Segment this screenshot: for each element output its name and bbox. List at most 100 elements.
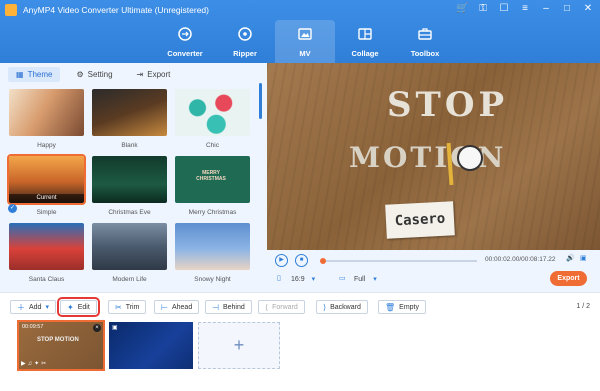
key-icon[interactable]: ⚿ bbox=[477, 3, 489, 15]
trim-button[interactable]: ✂ Trim bbox=[108, 300, 147, 314]
clip-item[interactable]: ▣ bbox=[109, 322, 193, 369]
theme-name: Merry Christmas bbox=[188, 209, 237, 216]
theme-name: Happy bbox=[37, 142, 56, 149]
tab-toolbox[interactable]: Toolbox bbox=[395, 20, 455, 63]
minimize-icon[interactable]: – bbox=[540, 3, 552, 15]
app-logo-icon bbox=[5, 4, 17, 16]
forward-label: Forward bbox=[272, 303, 298, 311]
subtabs: ▦ Theme ⚙ Setting ⇥ Export bbox=[8, 67, 178, 82]
ahead-label: Ahead bbox=[171, 303, 193, 311]
behind-icon: ⊣ bbox=[212, 302, 219, 312]
tab-collage[interactable]: Collage bbox=[335, 20, 395, 63]
current-badge: Current bbox=[9, 194, 84, 203]
progress-knob[interactable] bbox=[320, 258, 326, 264]
display-size-select[interactable]: Full ▾ bbox=[354, 275, 377, 283]
theme-scrollbar[interactable] bbox=[259, 83, 262, 119]
close-icon[interactable]: × bbox=[93, 324, 101, 332]
theme-snowy-night[interactable]: Snowy Night bbox=[175, 223, 250, 290]
tab-mv[interactable]: MV bbox=[275, 20, 335, 63]
theme-chic[interactable]: Chic bbox=[175, 89, 250, 156]
theme-name: Blank bbox=[121, 142, 138, 149]
clip-item[interactable]: 00:09:57 × STOP MOTION ▶♫✦✂ bbox=[17, 320, 105, 371]
ripper-icon bbox=[238, 27, 252, 41]
theme-modern-life[interactable]: Modern Life bbox=[92, 223, 167, 290]
clip-strip: 00:09:57 × STOP MOTION ▶♫✦✂ ▣ + bbox=[0, 318, 600, 391]
collage-icon bbox=[358, 28, 372, 40]
maximize-icon[interactable]: □ bbox=[561, 3, 573, 15]
subtab-export-label: Export bbox=[147, 70, 171, 79]
stop-button[interactable]: ■ bbox=[295, 254, 308, 267]
play-icon[interactable]: ▶ bbox=[21, 361, 28, 367]
theme-happy[interactable]: Happy bbox=[9, 89, 84, 156]
snapshot-icon[interactable]: ▣ bbox=[580, 254, 587, 262]
theme-thumbnail bbox=[175, 223, 250, 270]
toolbox-icon bbox=[418, 28, 432, 40]
scissors-icon: ✂ bbox=[115, 302, 122, 312]
theme-name: Simple bbox=[36, 209, 57, 216]
scissors-icon[interactable]: ✂ bbox=[41, 361, 48, 367]
clock-icon bbox=[457, 145, 483, 171]
add-label: Add bbox=[29, 303, 42, 311]
app-title: AnyMP4 Video Converter Ultimate (Unregis… bbox=[23, 5, 209, 15]
tab-converter-label: Converter bbox=[167, 49, 203, 58]
subtab-export[interactable]: ⇥ Export bbox=[129, 67, 179, 82]
theme-simple[interactable]: Current ✓ Simple bbox=[7, 154, 86, 223]
theme-thumbnail bbox=[92, 156, 167, 203]
video-preview: STOP MOTION Casero bbox=[267, 63, 600, 250]
export-button[interactable]: Export bbox=[550, 271, 587, 286]
volume-icon[interactable]: 🔊 bbox=[566, 254, 575, 262]
chat-icon[interactable]: ☐ bbox=[498, 3, 510, 15]
clip-action-icons: ▶♫✦✂ bbox=[21, 360, 48, 367]
backward-button[interactable]: ⟩ Backward bbox=[316, 300, 368, 314]
export-icon: ⇥ bbox=[136, 70, 144, 79]
add-button[interactable]: ＋ Add ▾ bbox=[10, 300, 56, 314]
tab-ripper[interactable]: Ripper bbox=[215, 20, 275, 63]
theme-merry-christmas[interactable]: MERRY CHRISTMAS Merry Christmas bbox=[175, 156, 250, 223]
preview-caption: Casero bbox=[385, 201, 455, 239]
plus-icon: ＋ bbox=[17, 302, 25, 312]
chevron-down-icon: ▾ bbox=[311, 276, 316, 283]
progress-bar[interactable] bbox=[320, 258, 477, 264]
theme-name: Christmas Eve bbox=[108, 209, 151, 216]
preview-title-line1: STOP bbox=[387, 85, 509, 125]
theme-panel: ▦ Theme ⚙ Setting ⇥ Export Happy Blank C… bbox=[0, 63, 267, 292]
play-button[interactable]: ▶ bbox=[275, 254, 288, 267]
aspect-ratio-select[interactable]: 16:9 ▾ bbox=[291, 275, 315, 283]
close-icon[interactable]: ✕ bbox=[582, 3, 594, 15]
theme-blank[interactable]: Blank bbox=[92, 89, 167, 156]
theme-santa-claus[interactable]: Santa Claus bbox=[9, 223, 84, 290]
theme-thumbnail bbox=[175, 89, 250, 136]
display-size-value: Full bbox=[354, 276, 366, 283]
chevron-down-icon: ▾ bbox=[373, 276, 377, 283]
theme-christmas-eve[interactable]: Christmas Eve bbox=[92, 156, 167, 223]
theme-thumbnail bbox=[9, 223, 84, 270]
theme-thumbnail bbox=[92, 89, 167, 136]
grid-icon: ▦ bbox=[16, 70, 24, 79]
main-nav: Converter Ripper MV Collage Toolbox bbox=[155, 20, 455, 63]
theme-thumbnail: Current bbox=[7, 154, 86, 205]
tab-converter[interactable]: Converter bbox=[155, 20, 215, 63]
behind-label: Behind bbox=[222, 303, 245, 311]
merry-christmas-overlay: MERRY CHRISTMAS bbox=[196, 170, 226, 182]
plus-icon: + bbox=[233, 335, 245, 355]
empty-button[interactable]: 🗑 Empty bbox=[378, 300, 426, 314]
video-icon: ▣ bbox=[112, 325, 118, 331]
cart-icon[interactable]: 🛒 bbox=[456, 3, 468, 15]
window-controls: 🛒 ⚿ ☐ ≡ – □ ✕ bbox=[456, 3, 594, 15]
time-display: 00:00:02.00/00:08:17.22 bbox=[485, 256, 556, 263]
theme-name: Modern Life bbox=[112, 276, 147, 283]
magic-wand-icon: ✦ bbox=[67, 302, 74, 312]
trash-icon: 🗑 bbox=[385, 302, 396, 312]
subtab-setting[interactable]: ⚙ Setting bbox=[68, 67, 120, 82]
edit-button[interactable]: ✦ Edit bbox=[57, 297, 100, 317]
ahead-button[interactable]: ⊢ Ahead bbox=[154, 300, 200, 314]
mv-icon bbox=[298, 28, 312, 40]
subtab-theme[interactable]: ▦ Theme bbox=[8, 67, 61, 82]
subtab-setting-label: Setting bbox=[87, 70, 113, 79]
add-clip-button[interactable]: + bbox=[198, 322, 280, 369]
menu-icon[interactable]: ≡ bbox=[519, 3, 531, 15]
tab-mv-label: MV bbox=[299, 49, 311, 58]
behind-button[interactable]: ⊣ Behind bbox=[205, 300, 252, 314]
chevron-down-icon[interactable]: ▾ bbox=[45, 303, 49, 311]
forward-button[interactable]: ⟨ Forward bbox=[258, 300, 305, 314]
